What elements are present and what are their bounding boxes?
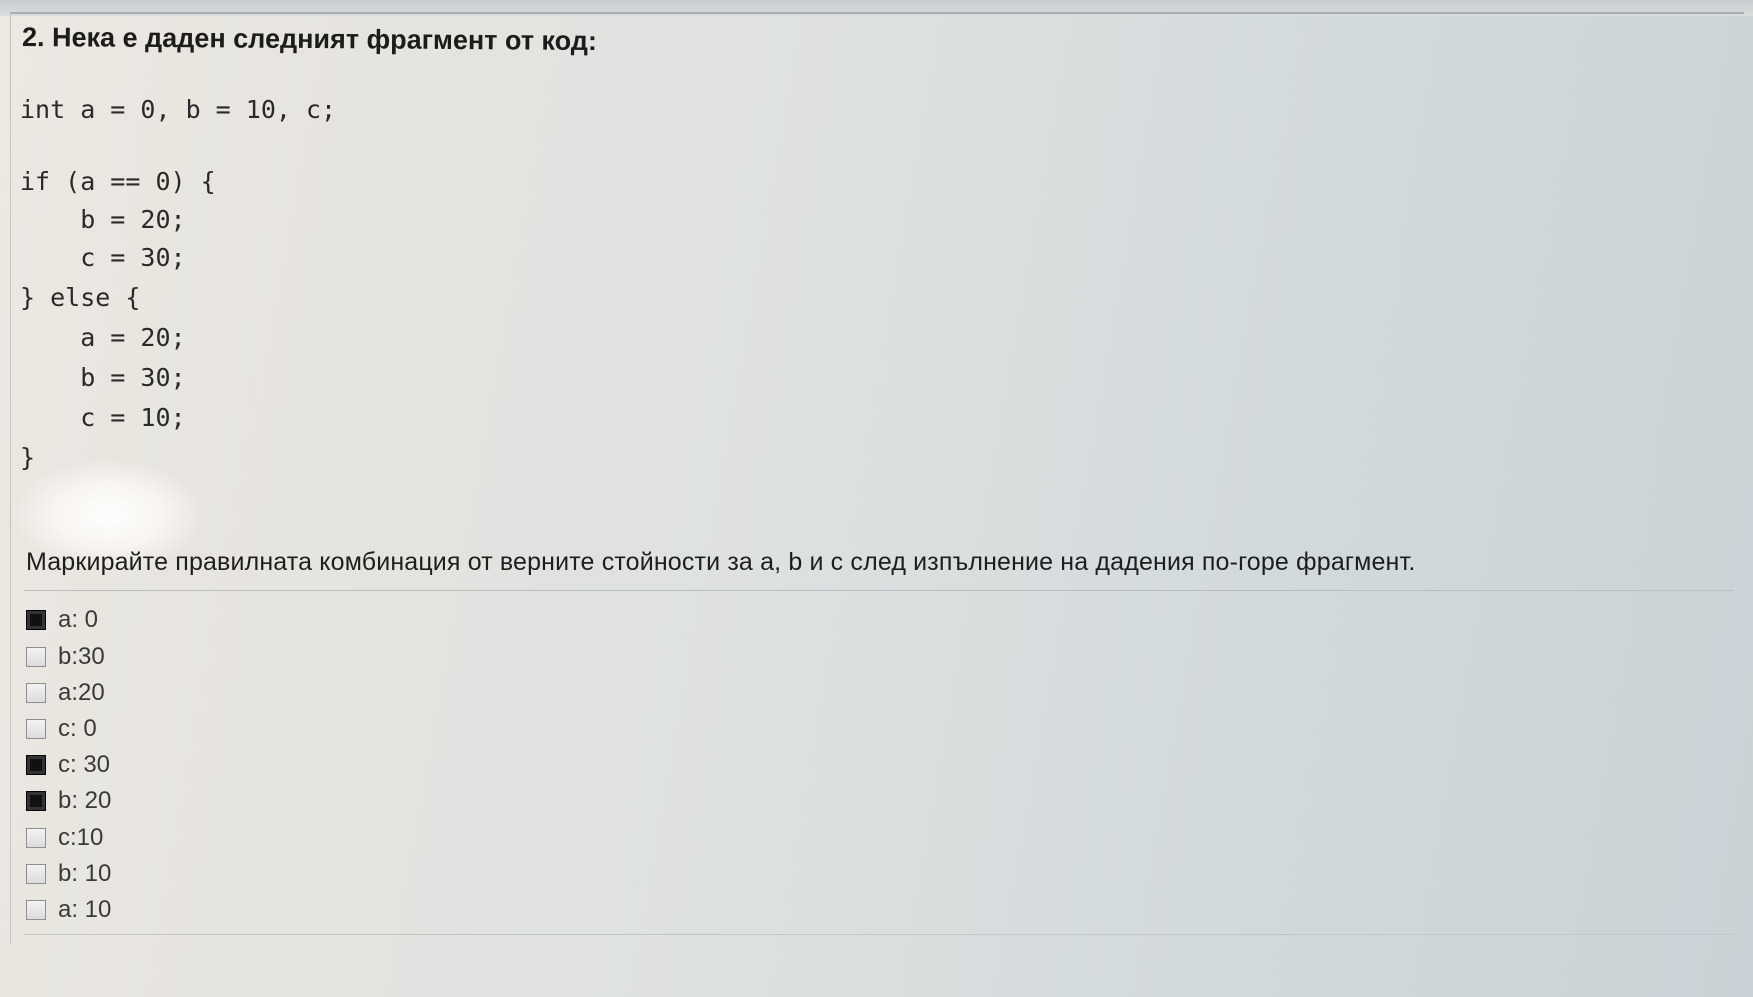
- option-label: a: 0: [58, 606, 99, 633]
- answer-option[interactable]: c: 30: [26, 750, 110, 780]
- checkbox[interactable]: [26, 610, 46, 630]
- code-line: b = 30;: [20, 363, 186, 392]
- question-title: 2. Нека е даден следният фрагмент от код…: [21, 22, 598, 57]
- option-label: c: 30: [58, 751, 111, 778]
- answer-option[interactable]: a:20: [26, 678, 105, 708]
- code-line: } else {: [20, 283, 141, 312]
- checkbox[interactable]: [26, 719, 46, 739]
- code-line: b = 20;: [20, 205, 186, 234]
- option-label: b: 10: [58, 860, 112, 887]
- answer-option[interactable]: b: 20: [26, 786, 111, 816]
- answer-option[interactable]: b: 10: [26, 859, 111, 889]
- code-line: c = 30;: [20, 243, 186, 272]
- question-panel: [10, 12, 1744, 944]
- code-line: a = 20;: [20, 323, 186, 352]
- code-line: c = 10;: [20, 403, 186, 432]
- answer-option[interactable]: a: 0: [26, 605, 98, 635]
- checkbox[interactable]: [26, 828, 46, 848]
- code-line: int a = 0, b = 10, c;: [20, 95, 337, 124]
- answer-option[interactable]: a: 10: [26, 895, 111, 925]
- code-line: if (a == 0) {: [20, 167, 216, 196]
- answer-option[interactable]: b:30: [26, 642, 105, 672]
- option-label: b:30: [58, 643, 105, 670]
- code-line: }: [20, 443, 36, 472]
- option-label: c:10: [58, 824, 104, 851]
- instruction-text: Маркирайте правилната комбинация от верн…: [26, 548, 1416, 576]
- option-label: a:20: [58, 679, 105, 706]
- checkbox[interactable]: [26, 683, 46, 703]
- checkbox[interactable]: [26, 864, 46, 884]
- divider: [24, 590, 1734, 591]
- option-label: c: 0: [58, 715, 97, 742]
- checkbox[interactable]: [26, 900, 46, 920]
- answer-option[interactable]: c: 0: [26, 714, 97, 744]
- checkbox[interactable]: [26, 755, 46, 775]
- checkbox[interactable]: [26, 791, 46, 811]
- option-label: a: 10: [58, 896, 112, 923]
- divider: [24, 934, 1734, 935]
- checkbox[interactable]: [26, 647, 46, 667]
- screen-background: 2. Нека е даден следният фрагмент от код…: [0, 0, 1753, 997]
- answer-option[interactable]: c:10: [26, 823, 103, 853]
- option-label: b: 20: [58, 787, 112, 814]
